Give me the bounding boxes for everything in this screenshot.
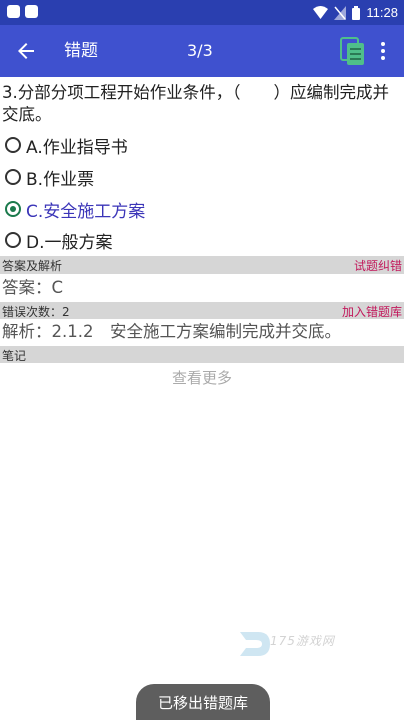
more-options-icon[interactable] xyxy=(376,39,390,63)
see-more-link[interactable]: 查看更多 xyxy=(0,367,404,388)
wifi-icon xyxy=(313,6,329,19)
app-toolbar: 错题 3/3 xyxy=(0,25,404,77)
radio-button[interactable] xyxy=(5,169,21,185)
status-time: 11:28 xyxy=(366,5,398,20)
option-label: B.作业票 xyxy=(26,169,95,190)
notification-icon xyxy=(7,5,20,18)
question-text: 3.分部分项工程开始作业条件，（ ）应编制完成并交底。 xyxy=(2,83,389,124)
error-count-label: 错误次数：2 xyxy=(2,305,70,319)
notes-header: 笔记 xyxy=(0,346,404,363)
option-label: C.安全施工方案 xyxy=(26,201,146,222)
answer-header: 答案及解析 试题纠错 xyxy=(0,256,404,274)
answer-header-label: 答案及解析 xyxy=(2,259,63,273)
analysis-text: 解析：2.1.2 安全施工方案编制完成并交底。 xyxy=(2,322,341,341)
option-d[interactable]: D.一般方案 xyxy=(5,227,113,253)
battery-icon xyxy=(352,5,361,20)
question-counter: 3/3 xyxy=(187,41,213,60)
radio-button[interactable] xyxy=(5,137,21,153)
option-label: A.作业指导书 xyxy=(26,137,128,158)
page-title: 错题 xyxy=(64,41,98,61)
back-arrow-icon[interactable] xyxy=(14,39,38,63)
option-label: D.一般方案 xyxy=(26,232,113,253)
option-c[interactable]: C.安全施工方案 xyxy=(5,196,145,222)
answer-text: 答案：C xyxy=(2,278,64,297)
status-icons: 11:28 xyxy=(313,4,398,21)
radio-button[interactable] xyxy=(5,232,21,248)
report-error-link[interactable]: 试题纠错 xyxy=(354,257,402,274)
watermark-text: 175游戏网 xyxy=(270,634,335,648)
notification-icon xyxy=(25,5,38,18)
error-count-header: 错误次数：2 加入错题库 xyxy=(0,302,404,319)
toast-message: 已移出错题库 xyxy=(136,684,270,720)
radio-button-selected[interactable] xyxy=(5,201,21,217)
documents-icon[interactable] xyxy=(340,37,366,67)
status-bar: 11:28 xyxy=(0,0,404,25)
notes-header-label: 笔记 xyxy=(2,349,27,363)
option-b[interactable]: B.作业票 xyxy=(5,164,94,190)
add-to-error-bank-link[interactable]: 加入错题库 xyxy=(342,303,402,320)
option-a[interactable]: A.作业指导书 xyxy=(5,132,128,158)
signal-icon xyxy=(334,5,347,20)
